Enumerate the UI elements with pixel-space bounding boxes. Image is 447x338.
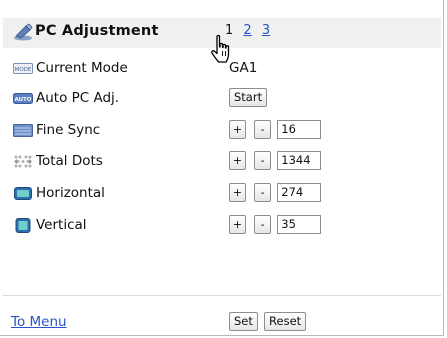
row-fine-sync: Fine Sync + - 16 (0, 120, 440, 142)
mode-icon: MODE (13, 63, 33, 74)
total-dots-icon (14, 155, 32, 168)
row-horizontal: Horizontal + - 274 (0, 183, 440, 205)
current-mode-label: Current Mode (36, 60, 128, 76)
fine-sync-minus-button[interactable]: - (254, 120, 272, 139)
vertical-minus-button[interactable]: - (254, 215, 272, 234)
fine-sync-plus-button[interactable]: + (229, 120, 246, 139)
row-vertical: Vertical + - 35 (0, 215, 440, 237)
vertical-value-field[interactable]: 35 (277, 215, 322, 234)
fine-sync-controls: + - 16 (229, 120, 322, 142)
row-total-dots: Total Dots + - 1344 (0, 151, 440, 173)
page-title: PC Adjustment (35, 23, 159, 39)
mode-icon-text: MODE (15, 67, 32, 73)
page-2-link[interactable]: 2 (243, 23, 251, 38)
auto-pc-adj-label: Auto PC Adj. (36, 90, 120, 106)
horizontal-label: Horizontal (36, 185, 105, 201)
total-dots-label: Total Dots (36, 153, 103, 169)
auto-pc-adj-controls: Start (229, 88, 268, 110)
footer-divider (3, 295, 441, 296)
hand-pointer-cursor-icon (211, 34, 230, 63)
vertical-controls: + - 35 (229, 215, 322, 237)
horizontal-position-icon (14, 187, 32, 200)
horizontal-plus-button[interactable]: + (229, 183, 246, 202)
horizontal-controls: + - 274 (229, 183, 322, 205)
total-dots-value-field[interactable]: 1344 (277, 151, 322, 170)
vertical-position-icon (15, 218, 31, 233)
auto-icon-text: AUTO (15, 97, 32, 103)
fine-sync-value-field[interactable]: 16 (277, 120, 322, 139)
fine-sync-label: Fine Sync (36, 122, 101, 138)
pc-adjustment-icon (14, 23, 33, 41)
total-dots-minus-button[interactable]: - (254, 151, 272, 170)
vertical-plus-button[interactable]: + (229, 215, 246, 234)
footer-buttons: Set Reset (229, 312, 308, 331)
to-menu-link[interactable]: To Menu (11, 314, 67, 330)
horizontal-value-field[interactable]: 274 (277, 183, 322, 202)
reset-button[interactable]: Reset (264, 312, 307, 331)
vertical-label: Vertical (36, 217, 87, 233)
auto-icon: AUTO (13, 93, 33, 104)
set-button[interactable]: Set (229, 312, 258, 331)
horizontal-minus-button[interactable]: - (254, 183, 272, 202)
fine-sync-icon (13, 124, 33, 137)
page-3-link[interactable]: 3 (262, 23, 270, 38)
start-button[interactable]: Start (229, 88, 268, 107)
row-auto-pc-adj: AUTO Auto PC Adj. Start (0, 88, 440, 110)
total-dots-plus-button[interactable]: + (229, 151, 246, 170)
total-dots-controls: + - 1344 (229, 151, 322, 173)
